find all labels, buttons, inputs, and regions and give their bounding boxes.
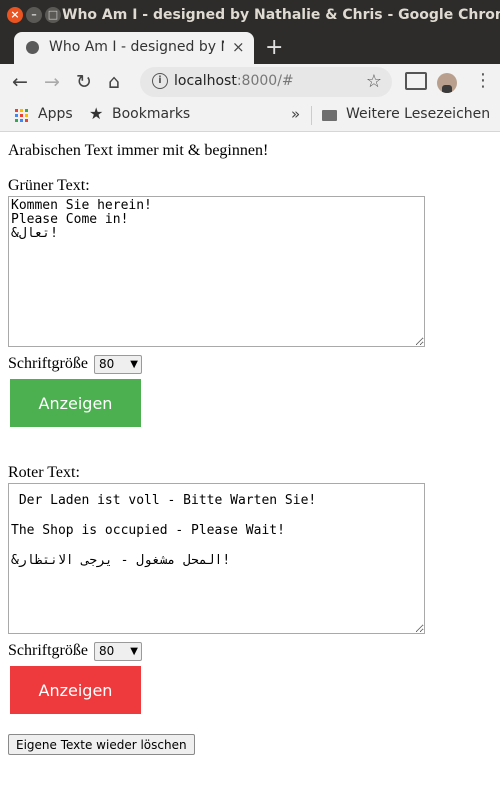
green-text-label: Grüner Text: (8, 177, 90, 194)
tab-active[interactable]: Who Am I - designed by Nathalie & Chris … (14, 32, 254, 64)
red-text-label: Roter Text: (8, 464, 80, 481)
url-text[interactable]: localhost:8000/# (174, 73, 294, 89)
browser-toolbar: ← → ↻ ⌂ i localhost:8000/# ☆ ⋮ (0, 64, 500, 100)
home-icon[interactable]: ⌂ (108, 71, 120, 93)
chevron-icon[interactable]: » (291, 105, 300, 123)
avatar[interactable] (437, 73, 457, 93)
bookmark-bookmarks[interactable]: Bookmarks (112, 106, 190, 122)
back-icon[interactable]: ← (12, 71, 28, 93)
red-size-row: Schriftgröße 80 ▼ (8, 642, 142, 661)
maximize-icon[interactable]: □ (45, 7, 61, 23)
cast-icon[interactable] (405, 72, 427, 90)
star-icon[interactable]: ☆ (366, 71, 382, 92)
green-size-select[interactable]: 80 ▼ (93, 355, 142, 374)
bookmarks-separator (311, 106, 312, 125)
close-icon[interactable]: × (7, 7, 23, 23)
bookmark-other-folder[interactable]: Weitere Lesezeichen (346, 106, 490, 122)
green-size-label: Schriftgröße (8, 355, 88, 373)
tab-close-icon[interactable]: × (232, 38, 245, 56)
red-size-label: Schriftgröße (8, 642, 88, 660)
red-size-select[interactable]: 80 ▼ (93, 642, 142, 661)
bookmarks-bar: Apps ★ Bookmarks » Weitere Lesezeichen (0, 100, 500, 132)
url-path: :8000/# (236, 73, 294, 89)
green-size-row: Schriftgröße 80 ▼ (8, 355, 142, 374)
page-content: Arabischen Text immer mit & beginnen! Gr… (0, 132, 500, 799)
info-icon[interactable]: i (152, 73, 168, 89)
reload-icon[interactable]: ↻ (76, 71, 92, 93)
new-tab-button[interactable]: + (265, 35, 283, 60)
url-host: localhost (174, 73, 237, 89)
red-show-button[interactable]: Anzeigen (10, 666, 141, 714)
bookmark-apps[interactable]: Apps (38, 106, 73, 122)
red-size-value: 80 (98, 644, 115, 658)
dropdown-arrow-icon: ▼ (130, 359, 138, 370)
folder-icon (322, 110, 337, 121)
tab-title: Who Am I - designed by Nathalie & Chris (49, 39, 224, 55)
green-size-value: 80 (98, 357, 115, 371)
dropdown-arrow-icon: ▼ (130, 646, 138, 657)
menu-icon[interactable]: ⋮ (474, 70, 492, 91)
bookmark-star-icon: ★ (89, 104, 104, 123)
green-text-input[interactable]: Kommen Sie herein! Please Come in! &تعال… (8, 196, 425, 347)
tab-strip: Who Am I - designed by Nathalie & Chris … (0, 32, 500, 64)
window-title: Who Am I - designed by Nathalie & Chris … (62, 7, 500, 23)
clear-texts-button[interactable]: Eigene Texte wieder löschen (8, 734, 195, 755)
green-show-button[interactable]: Anzeigen (10, 379, 141, 427)
window-titlebar: × – □ Who Am I - designed by Nathalie & … (0, 0, 500, 32)
red-text-input[interactable]: Der Laden ist voll - Bitte Warten Sie! T… (8, 483, 425, 634)
globe-favicon-icon (26, 41, 39, 54)
forward-icon[interactable]: → (44, 71, 60, 93)
minimize-icon[interactable]: – (26, 7, 42, 23)
apps-icon[interactable] (15, 109, 28, 122)
instruction-text: Arabischen Text immer mit & beginnen! (8, 142, 269, 159)
address-bar[interactable]: i localhost:8000/# ☆ (140, 67, 392, 97)
